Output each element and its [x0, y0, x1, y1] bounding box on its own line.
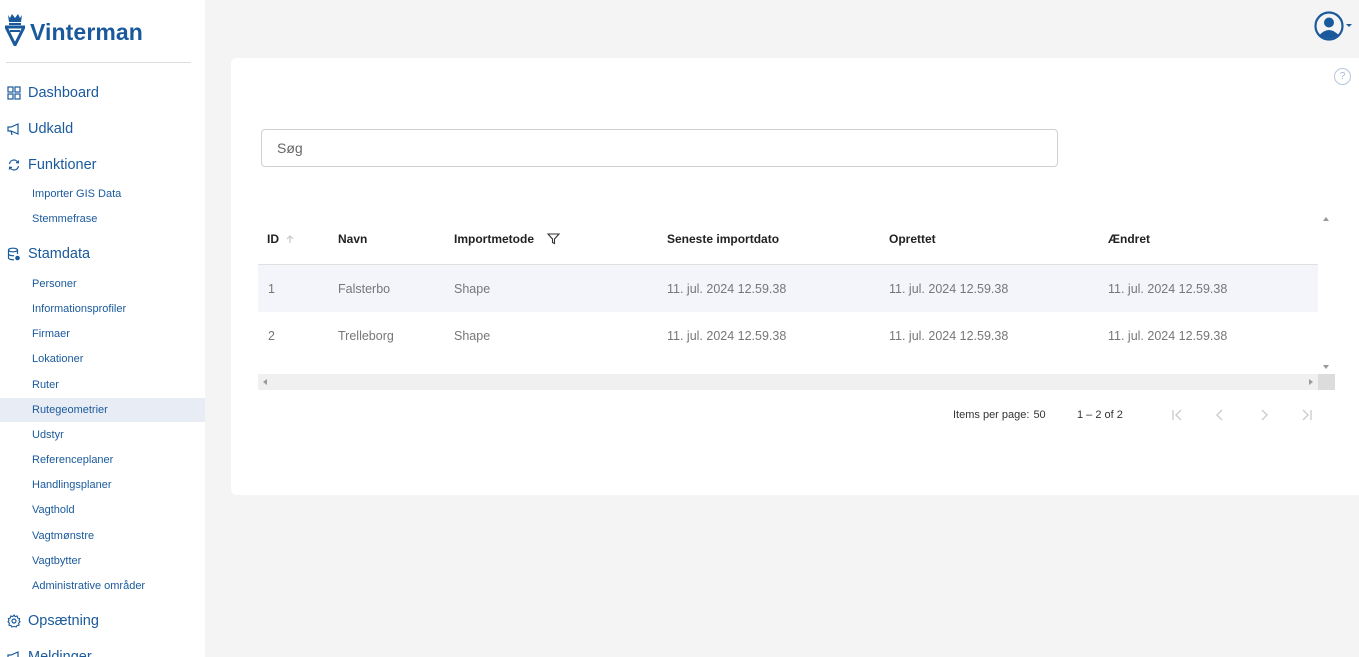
sidebar-item-vagthold[interactable]: Vagthold	[0, 498, 205, 522]
cell-aendret: 11. jul. 2024 12.59.38	[1108, 328, 1228, 343]
sidebar-item-ruter[interactable]: Ruter	[0, 373, 205, 397]
scroll-down-icon[interactable]	[1323, 365, 1329, 369]
app-name: Vinterman	[30, 18, 143, 45]
last-page-icon	[1302, 409, 1312, 421]
sidebar-item-informationsprofiler[interactable]: Informationsprofiler	[0, 297, 205, 321]
sidebar-item-stemmefrase[interactable]: Stemmefrase	[0, 207, 205, 231]
column-header-oprettet[interactable]: Oprettet	[889, 212, 936, 265]
megaphone-icon	[7, 650, 21, 657]
sidebar-item-label: Udkald	[28, 121, 74, 137]
sidebar-item-referenceplaner[interactable]: Referenceplaner	[0, 448, 205, 472]
sidebar-item-udkald[interactable]: Udkald	[0, 111, 205, 147]
sidebar-item-udstyr[interactable]: Udstyr	[0, 423, 205, 447]
chevron-down-icon	[1346, 23, 1352, 27]
gear-icon	[7, 614, 21, 628]
scrollbar-corner	[1318, 374, 1335, 390]
sidebar-item-funktioner[interactable]: Funktioner	[0, 147, 205, 183]
user-circle-icon	[1314, 11, 1344, 41]
items-per-page-value[interactable]: 50	[1033, 409, 1045, 421]
items-per-page-label: Items per page:	[953, 409, 1030, 421]
sidebar-item-meldinger[interactable]: Meldinger	[0, 639, 205, 657]
items-per-page[interactable]: Items per page: 50	[953, 407, 1046, 423]
scroll-right-icon[interactable]	[1309, 379, 1313, 385]
cell-oprettet: 11. jul. 2024 12.59.38	[889, 328, 1009, 343]
horizontal-scrollbar[interactable]	[258, 374, 1318, 390]
column-header-seneste-importdato[interactable]: Seneste importdato	[667, 212, 779, 265]
data-table: ID Navn Importmetode Seneste importdato …	[258, 212, 1335, 390]
sidebar-item-label: Stamdata	[28, 246, 91, 262]
table-header: ID Navn Importmetode Seneste importdato …	[258, 212, 1318, 265]
table-row[interactable]: 1 Falsterbo Shape 11. jul. 2024 12.59.38…	[258, 265, 1318, 312]
cell-aendret: 11. jul. 2024 12.59.38	[1108, 281, 1228, 296]
column-header-aendret[interactable]: Ændret	[1108, 212, 1150, 265]
cell-importmetode: Shape	[454, 328, 491, 343]
table-row[interactable]: 2 Trelleborg Shape 11. jul. 2024 12.59.3…	[258, 312, 1318, 359]
chevron-left-icon	[1216, 409, 1223, 421]
sidebar-item-label: Dashboard	[28, 85, 99, 101]
cell-id: 2	[268, 328, 275, 343]
next-page-button[interactable]	[1256, 407, 1272, 423]
chevron-right-icon	[1261, 409, 1268, 421]
last-page-button[interactable]	[1299, 407, 1315, 423]
first-page-button[interactable]	[1169, 407, 1185, 423]
megaphone-icon	[7, 122, 21, 136]
sidebar-item-dashboard[interactable]: Dashboard	[0, 75, 205, 111]
logo-divider	[6, 62, 191, 63]
sidebar-item-rutegeometrier[interactable]: Rutegeometrier	[0, 398, 205, 422]
filter-icon[interactable]	[547, 232, 561, 245]
first-page-icon	[1172, 409, 1182, 421]
sidebar: Vinterman Dashboard Udkald Funktioner Im…	[0, 0, 205, 657]
sidebar-item-opsaetning[interactable]: Opsætning	[0, 603, 205, 639]
sidebar-item-label: Meldinger	[28, 649, 92, 657]
search-input[interactable]	[261, 129, 1058, 167]
cell-navn: Trelleborg	[338, 328, 394, 343]
column-header-importmetode[interactable]: Importmetode	[454, 212, 561, 265]
sidebar-item-administrative-omraader[interactable]: Administrative områder	[0, 574, 205, 598]
page-range: 1 – 2 of 2	[1077, 409, 1123, 421]
refresh-icon	[7, 158, 21, 172]
column-header-navn[interactable]: Navn	[338, 212, 367, 265]
sort-arrow-up-icon	[286, 234, 294, 243]
sidebar-item-label: Funktioner	[28, 157, 97, 173]
cell-navn: Falsterbo	[338, 281, 391, 296]
help-icon[interactable]: ?	[1334, 68, 1351, 85]
sidebar-item-handlingsplaner[interactable]: Handlingsplaner	[0, 473, 205, 497]
sidebar-item-importer-gis-data[interactable]: Importer GIS Data	[0, 182, 205, 206]
sidebar-item-firmaer[interactable]: Firmaer	[0, 322, 205, 346]
sidebar-item-vagtbytter[interactable]: Vagtbytter	[0, 549, 205, 573]
sidebar-item-stamdata[interactable]: Stamdata	[0, 236, 205, 272]
sidebar-item-label: Opsætning	[28, 613, 99, 629]
grid-icon	[7, 86, 21, 100]
cell-seneste-importdato: 11. jul. 2024 12.59.38	[667, 328, 787, 343]
scroll-left-icon[interactable]	[263, 379, 267, 385]
sidebar-item-vagtmonstre[interactable]: Vagtmønstre	[0, 524, 205, 548]
column-header-id[interactable]: ID	[267, 212, 295, 265]
database-icon	[7, 247, 21, 261]
vertical-scrollbar[interactable]	[1318, 212, 1335, 374]
app-logo[interactable]: Vinterman	[5, 12, 143, 46]
cell-oprettet: 11. jul. 2024 12.59.38	[889, 281, 1009, 296]
cell-id: 1	[268, 281, 275, 296]
user-menu-button[interactable]	[1314, 10, 1358, 42]
scroll-up-icon[interactable]	[1323, 217, 1329, 221]
sidebar-item-personer[interactable]: Personer	[0, 272, 205, 296]
cell-seneste-importdato: 11. jul. 2024 12.59.38	[667, 281, 787, 296]
crown-shield-icon	[5, 14, 25, 46]
previous-page-button[interactable]	[1212, 407, 1228, 423]
cell-importmetode: Shape	[454, 281, 491, 296]
main-card: ? ID Navn Importmetode Seneste importdat…	[231, 58, 1359, 495]
sidebar-item-lokationer[interactable]: Lokationer	[0, 347, 205, 371]
